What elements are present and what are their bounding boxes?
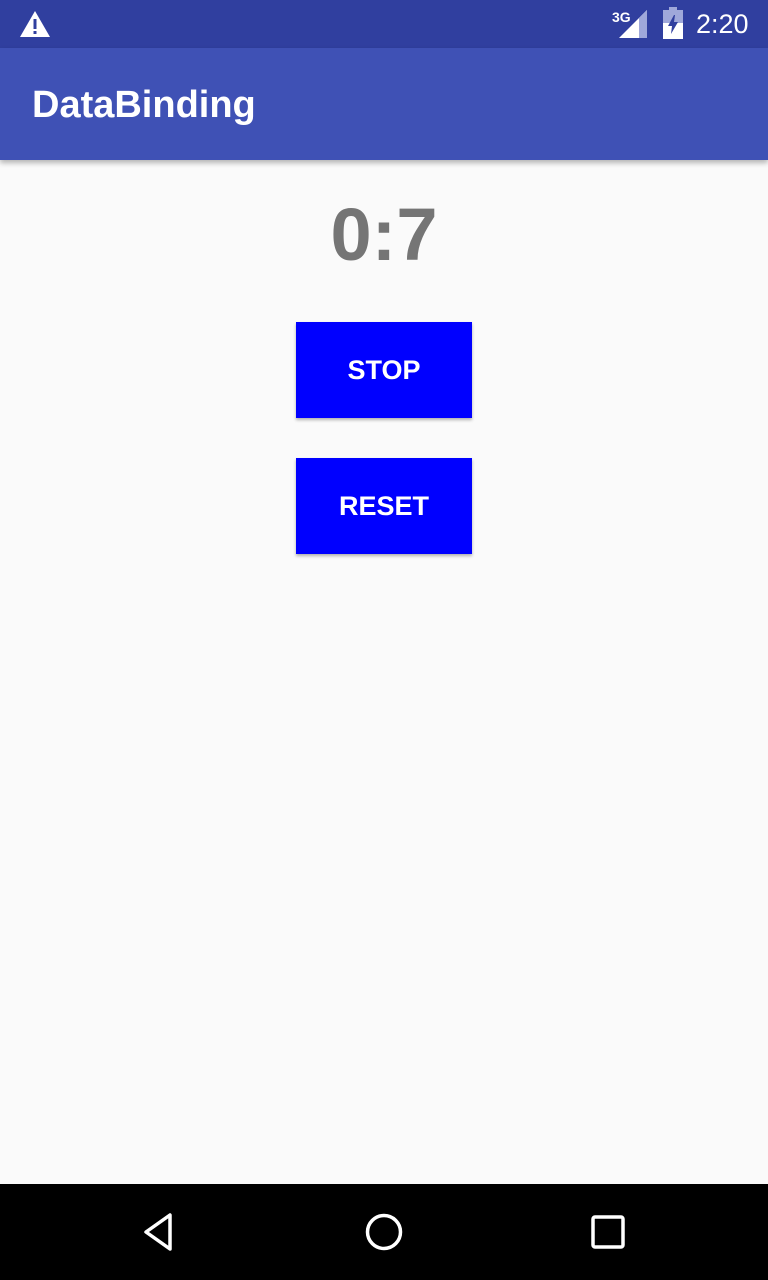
timer-display: 0:7 — [330, 193, 438, 276]
status-bar: 3G 2:20 — [0, 0, 768, 48]
network-type-label: 3G — [612, 9, 631, 25]
stop-button[interactable]: STOP — [296, 322, 472, 418]
app-bar: DataBinding — [0, 48, 768, 160]
reset-button[interactable]: RESET — [296, 458, 472, 554]
warning-icon — [20, 11, 50, 37]
battery-icon — [663, 7, 683, 39]
back-icon[interactable] — [136, 1208, 184, 1256]
app-title: DataBinding — [32, 84, 256, 126]
recent-apps-icon[interactable] — [584, 1208, 632, 1256]
screen: 3G 2:20 DataBinding 0:7 STOP RESET — [0, 0, 768, 1280]
status-clock: 2:20 — [696, 9, 749, 39]
home-icon[interactable] — [360, 1208, 408, 1256]
navigation-bar — [0, 1184, 768, 1280]
